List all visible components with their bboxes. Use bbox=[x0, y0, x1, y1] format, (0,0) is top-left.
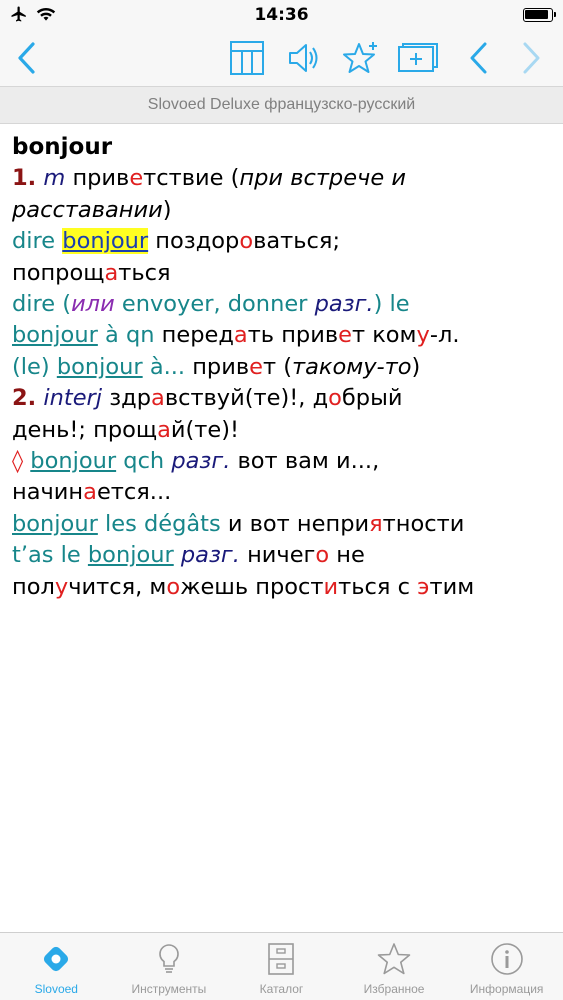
dictionary-title: Slovoed Deluxe французско-русский bbox=[0, 86, 563, 124]
back-button[interactable] bbox=[4, 36, 48, 80]
headword: bonjour bbox=[12, 134, 113, 160]
toolbar bbox=[0, 30, 563, 86]
star-add-icon bbox=[343, 42, 377, 73]
translation: приветствие (при встрече и расставании) bbox=[12, 165, 406, 223]
headword-link[interactable]: bonjour bbox=[62, 228, 149, 255]
example-1: dire bonjour поздороваться; попрощаться bbox=[12, 226, 557, 289]
tab-label: Slovoed bbox=[34, 982, 78, 996]
example-french: dire ( bbox=[12, 291, 72, 318]
tab-label: Информация bbox=[469, 982, 544, 996]
phrase-1: ◊ bonjour qch разг. вот вам и..., начинае… bbox=[12, 446, 557, 509]
star-icon bbox=[377, 942, 411, 976]
add-favorite-button[interactable] bbox=[339, 36, 383, 80]
example-french-alt: envoyer, donner bbox=[121, 291, 308, 318]
tab-label: Избранное bbox=[363, 982, 425, 996]
back-chevron-icon bbox=[18, 42, 35, 74]
example-french: (le) bbox=[12, 353, 50, 380]
tab-tools[interactable]: Инструменты bbox=[113, 933, 226, 1000]
headword-link[interactable]: bonjour bbox=[57, 354, 143, 380]
headword-link[interactable]: bonjour bbox=[12, 322, 98, 348]
tab-catalog[interactable]: Каталог bbox=[225, 933, 338, 1000]
next-button[interactable] bbox=[510, 36, 554, 80]
or-label: или bbox=[71, 291, 115, 318]
example-translation: передать привет кому-л. bbox=[161, 322, 460, 349]
tab-label: Каталог bbox=[259, 982, 304, 996]
phrase-french: les dégâts bbox=[105, 510, 221, 537]
table-icon bbox=[230, 41, 264, 75]
gram-label: interj bbox=[43, 385, 103, 412]
example-translation: привет (такому-то) bbox=[192, 353, 421, 380]
sense-1: 1. m приветствие (при встрече и расстава… bbox=[12, 163, 557, 226]
headword-link[interactable]: bonjour bbox=[88, 542, 174, 568]
table-button[interactable] bbox=[225, 36, 269, 80]
example-french-tail: ) le bbox=[373, 291, 410, 318]
tab-info[interactable]: Информация bbox=[450, 933, 563, 1000]
sense-number: 2. bbox=[12, 385, 37, 412]
tab-label: Инструменты bbox=[131, 982, 207, 996]
gram-label: m bbox=[43, 165, 66, 192]
sense-2: 2. interj здравствуй(те)!, добрый день!; … bbox=[12, 383, 557, 446]
slovoed-logo-icon bbox=[39, 942, 73, 976]
status-bar: 14:36 bbox=[0, 0, 563, 30]
colloquial-label: разг. bbox=[314, 291, 374, 318]
cabinet-icon bbox=[264, 942, 298, 976]
phrase-translation: ничего не получится, можешь проститься с … bbox=[12, 542, 475, 600]
battery-icon bbox=[523, 8, 556, 22]
idiom-diamond-icon: ◊ bbox=[12, 448, 24, 475]
previous-chevron-icon bbox=[470, 42, 487, 74]
dictionary-article: bonjour 1. m приветствие (при встрече и … bbox=[12, 132, 557, 603]
example-french-obj: à qn bbox=[105, 322, 155, 349]
colloquial-label: разг. bbox=[171, 448, 231, 475]
pronounce-button[interactable] bbox=[282, 36, 326, 80]
example-french: dire bbox=[12, 228, 56, 255]
add-card-button[interactable] bbox=[396, 36, 440, 80]
phrase-3: t’as le bonjour разг. ничего не получится… bbox=[12, 540, 557, 603]
lightbulb-icon bbox=[152, 942, 186, 976]
phrase-translation: и вот неприятности bbox=[227, 510, 465, 537]
example-3: (le) bonjour à... привет (такому-то) bbox=[12, 352, 557, 383]
example-2: dire (или envoyer, donner разг.) le bonj… bbox=[12, 289, 557, 352]
tab-slovoed[interactable]: Slovoed bbox=[0, 933, 113, 1000]
previous-button[interactable] bbox=[456, 36, 500, 80]
headword-link[interactable]: bonjour bbox=[30, 448, 116, 474]
info-icon bbox=[490, 942, 524, 976]
phrase-french: t’as le bbox=[12, 542, 81, 569]
headword-line: bonjour bbox=[12, 132, 557, 163]
colloquial-label: разг. bbox=[180, 542, 240, 569]
headword-link[interactable]: bonjour bbox=[12, 511, 98, 537]
sense-number: 1. bbox=[12, 165, 37, 192]
tab-favorites[interactable]: Избранное bbox=[338, 933, 451, 1000]
next-chevron-icon bbox=[523, 42, 540, 74]
tab-bar: Slovoed Инструменты Каталог Избранное Ин… bbox=[0, 932, 563, 1000]
phrase-french: qch bbox=[123, 448, 165, 475]
phrase-2: bonjour les dégâts и вот неприятности bbox=[12, 509, 557, 540]
example-french-tail: à... bbox=[149, 353, 186, 380]
card-add-icon bbox=[398, 43, 438, 72]
speaker-icon bbox=[289, 44, 318, 72]
status-time: 14:36 bbox=[254, 5, 309, 25]
